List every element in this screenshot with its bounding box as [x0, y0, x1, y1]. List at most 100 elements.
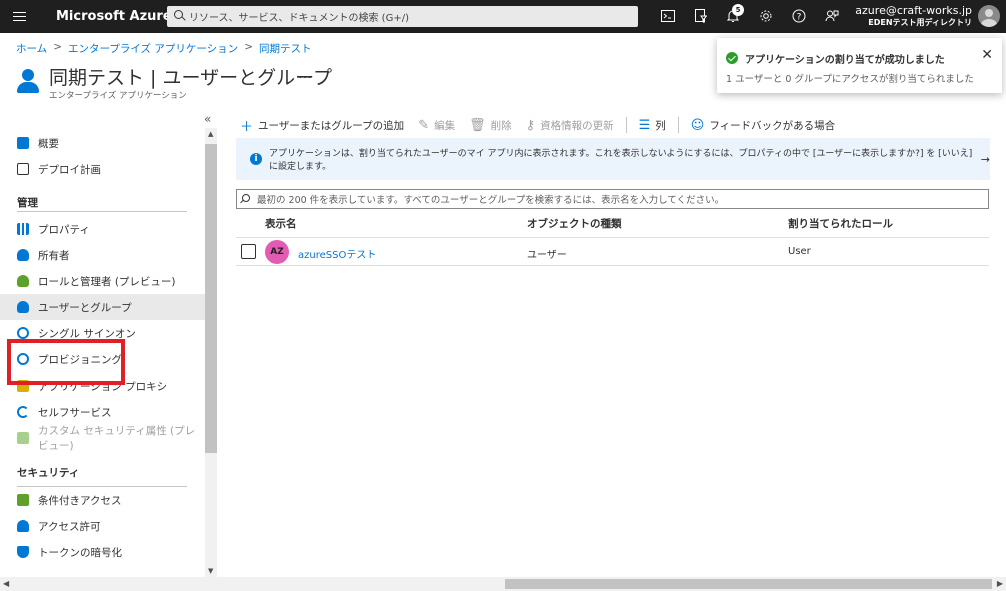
- search-icon: [174, 10, 183, 19]
- feedback-icon[interactable]: [822, 6, 842, 26]
- arrow-right-icon[interactable]: →: [981, 153, 990, 166]
- sidebar-item-label: 概要: [38, 137, 59, 150]
- sidebar-item-label: プロパティ: [38, 223, 90, 236]
- user-name-link[interactable]: azureSSOテスト: [298, 246, 376, 261]
- sidebar-item-label: ロールと管理者 (プレビュー): [38, 275, 176, 288]
- column-header-object-type[interactable]: オブジェクトの種類: [527, 216, 622, 231]
- sidebar-item-label: カスタム セキュリティ属性 (プレビュー): [38, 425, 196, 452]
- sidebar-item-custom-security-attributes[interactable]: カスタム セキュリティ属性 (プレビュー): [0, 425, 205, 452]
- self-service-icon: [17, 406, 29, 418]
- column-header-assigned-role[interactable]: 割り当てられたロール: [788, 216, 893, 231]
- svg-text:?: ?: [797, 13, 802, 23]
- sidebar-item-label: 条件付きアクセス: [38, 494, 122, 507]
- section-security: セキュリティ: [17, 467, 80, 479]
- breadcrumb-app[interactable]: 同期テスト: [259, 41, 312, 56]
- sidebar-item-overview[interactable]: 概要: [0, 130, 205, 156]
- command-bar: ＋ ユーザーまたはグループの追加 ✎ 編集 🗑 削除 ⚷ 資格情報の更新 ☰ 列…: [240, 115, 849, 135]
- update-credentials-label: 資格情報の更新: [540, 119, 614, 132]
- conditional-access-icon: [17, 494, 29, 506]
- info-banner[interactable]: i アプリケーションは、割り当てられたユーザーのマイ アプリ内に表示されます。こ…: [236, 138, 990, 180]
- search-filter-input[interactable]: 最初の 200 件を表示しています。すべてのユーザーとグループを検索するには、表…: [236, 189, 989, 209]
- add-user-group-label: ユーザーまたはグループの追加: [258, 119, 405, 132]
- section-manage: 管理: [17, 197, 38, 209]
- shield-icon: [17, 546, 29, 558]
- help-icon[interactable]: ?: [789, 6, 809, 26]
- sidebar-item-self-service[interactable]: セルフサービス: [0, 399, 205, 425]
- scroll-down-icon[interactable]: ▼: [208, 567, 213, 575]
- properties-icon: [17, 223, 29, 235]
- delete-button[interactable]: 🗑 削除: [469, 118, 512, 133]
- users-icon: [17, 69, 39, 93]
- avatar: AZ: [265, 240, 289, 264]
- sidebar-item-owners[interactable]: 所有者: [0, 242, 205, 268]
- header-divider: [236, 237, 989, 238]
- key-icon: ⚷: [525, 117, 536, 133]
- info-text: アプリケーションは、割り当てられたユーザーのマイ アプリ内に表示されます。これを…: [269, 149, 973, 172]
- columns-button[interactable]: ☰ 列: [639, 118, 666, 133]
- pencil-icon: ✎: [418, 117, 430, 133]
- notification-title: アプリケーションの割り当てが成功しました: [745, 55, 945, 66]
- breadcrumb-separator: >: [53, 41, 62, 53]
- breadcrumb-home[interactable]: ホーム: [16, 41, 47, 56]
- column-header-display-name[interactable]: 表示名: [265, 216, 297, 231]
- sidebar-item-users-groups[interactable]: ユーザーとグループ: [0, 294, 205, 320]
- columns-icon: ☰: [638, 117, 651, 133]
- highlight-box: [7, 339, 125, 385]
- breadcrumb-enterprise-apps[interactable]: エンタープライズ アプリケーション: [68, 41, 238, 56]
- sidebar-scrollbar[interactable]: ▲ ▼: [205, 128, 217, 577]
- sidebar-item-conditional-access[interactable]: 条件付きアクセス: [0, 487, 205, 513]
- gear-icon[interactable]: [756, 6, 776, 26]
- scrollbar-thumb[interactable]: [205, 144, 217, 453]
- search-icon: [242, 194, 250, 202]
- roles-icon: [17, 275, 29, 287]
- account-directory: EDENテスト用ディレクトリ: [868, 18, 972, 27]
- sidebar-item-permissions[interactable]: アクセス許可: [0, 513, 205, 539]
- breadcrumb: ホーム > エンタープライズ アプリケーション > 同期テスト: [16, 41, 312, 56]
- brand-name[interactable]: Microsoft Azure: [56, 9, 172, 24]
- directory-filter-icon[interactable]: [691, 6, 711, 26]
- scroll-left-icon[interactable]: ◀: [3, 579, 9, 588]
- scroll-up-icon[interactable]: ▲: [208, 130, 213, 138]
- sidebar-item-properties[interactable]: プロパティ: [0, 216, 205, 242]
- more-options-button[interactable]: …: [298, 66, 312, 82]
- page-title: 同期テスト | ユーザーとグループ: [49, 67, 332, 89]
- assigned-role-cell: User: [788, 246, 811, 257]
- menu-icon[interactable]: [0, 0, 38, 33]
- search-input[interactable]: リソース、サービス、ドキュメントの検索 (G+/): [167, 6, 638, 27]
- info-icon: i: [250, 153, 262, 165]
- success-notification: アプリケーションの割り当てが成功しました 1 ユーザーと 0 グループにアクセス…: [717, 38, 1002, 93]
- filter-placeholder: 最初の 200 件を表示しています。すべてのユーザーとグループを検索するには、表…: [257, 195, 725, 206]
- attributes-icon: [17, 432, 29, 444]
- edit-button[interactable]: ✎ 編集: [418, 118, 455, 133]
- toolbar-divider: [677, 117, 679, 133]
- book-icon: [17, 163, 29, 175]
- trash-icon: 🗑: [469, 117, 486, 133]
- feedback-icon: ☺: [690, 117, 705, 133]
- horizontal-scrollbar[interactable]: ◀ ▶: [0, 577, 1006, 591]
- page-subtitle: エンタープライズ アプリケーション: [49, 91, 187, 101]
- plus-icon: ＋: [240, 119, 254, 135]
- scroll-right-icon[interactable]: ▶: [997, 579, 1003, 588]
- row-checkbox[interactable]: [241, 244, 256, 259]
- feedback-button[interactable]: ☺ フィードバックがある場合: [691, 118, 835, 133]
- sidebar-item-deployment-plan[interactable]: デプロイ計画: [0, 156, 205, 182]
- scrollbar-thumb[interactable]: [505, 579, 992, 589]
- close-icon[interactable]: ✕: [981, 47, 993, 63]
- check-circle-icon: [726, 52, 738, 64]
- collapse-sidebar-button[interactable]: «: [204, 112, 211, 126]
- add-user-group-button[interactable]: ＋ ユーザーまたはグループの追加: [240, 116, 404, 135]
- columns-label: 列: [655, 119, 666, 132]
- feedback-label: フィードバックがある場合: [709, 119, 836, 132]
- permissions-icon: [17, 520, 29, 532]
- toolbar-divider: [625, 117, 627, 133]
- cloud-shell-icon[interactable]: [658, 6, 678, 26]
- notification-badge: 5: [732, 4, 744, 16]
- row-divider: [236, 265, 989, 266]
- object-type-cell: ユーザー: [527, 250, 567, 261]
- account-info[interactable]: azure@craft-works.jp EDENテスト用ディレクトリ: [855, 4, 972, 28]
- sidebar-item-label: セルフサービス: [38, 406, 112, 419]
- update-credentials-button[interactable]: ⚷ 資格情報の更新: [526, 118, 614, 133]
- sidebar-item-token-encryption[interactable]: トークンの暗号化: [0, 539, 205, 565]
- avatar[interactable]: [978, 5, 1000, 27]
- sidebar-item-roles-admins[interactable]: ロールと管理者 (プレビュー): [0, 268, 205, 294]
